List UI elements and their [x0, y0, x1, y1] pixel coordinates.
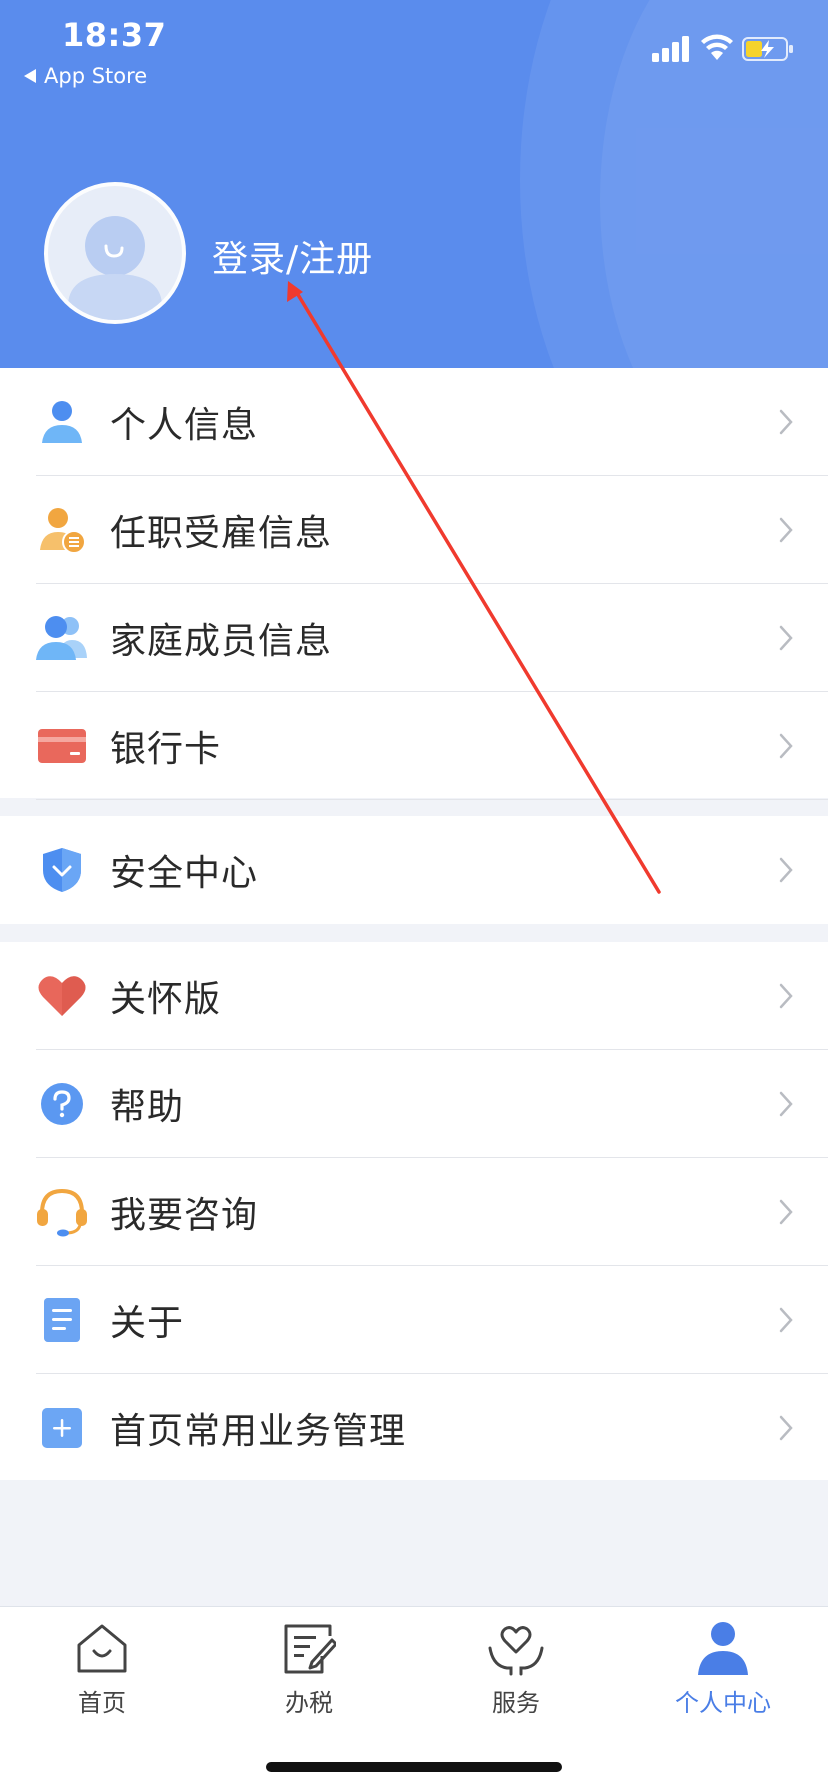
bank-card-icon	[36, 720, 88, 772]
default-avatar-icon	[68, 216, 162, 320]
menu-item-personal-info[interactable]: 个人信息	[0, 368, 828, 476]
menu-item-label: 任职受雇信息	[110, 513, 333, 554]
home-indicator	[266, 1762, 562, 1772]
service-heart-icon	[486, 1621, 546, 1677]
menu-item-bank-card[interactable]: 银行卡	[0, 692, 828, 800]
tab-label: 首页	[78, 1689, 126, 1717]
chevron-right-icon	[779, 1307, 793, 1333]
tab-personal-center[interactable]: 个人中心	[643, 1621, 803, 1721]
add-square-icon	[36, 1402, 88, 1454]
menu-item-label: 安全中心	[110, 853, 259, 894]
person-center-icon	[693, 1621, 753, 1677]
wifi-icon	[701, 34, 733, 60]
menu-item-consult[interactable]: 我要咨询	[0, 1158, 828, 1266]
user-avatar-icon[interactable]	[44, 182, 186, 324]
chevron-right-icon	[779, 1415, 793, 1441]
menu-item-care-version[interactable]: 关怀版	[0, 942, 828, 1050]
tab-tax[interactable]: 办税	[229, 1621, 389, 1721]
tax-edit-icon	[279, 1621, 339, 1677]
menu-item-security-center[interactable]: 安全中心	[0, 816, 828, 924]
back-to-app-store[interactable]: App Store	[24, 64, 147, 88]
menu-item-label: 个人信息	[110, 405, 259, 446]
menu-group-security: 安全中心	[0, 816, 828, 924]
cellular-signal-icon	[652, 36, 689, 62]
login-register-link[interactable]: 登录/注册	[212, 230, 373, 282]
heart-icon	[36, 970, 88, 1022]
person-icon	[36, 396, 88, 448]
tab-service[interactable]: 服务	[436, 1621, 596, 1721]
menu-item-label: 帮助	[110, 1087, 185, 1128]
chevron-right-icon	[779, 733, 793, 759]
status-time: 18:37	[62, 16, 167, 54]
menu-item-family-info[interactable]: 家庭成员信息	[0, 584, 828, 692]
divider	[36, 799, 828, 800]
chevron-right-icon	[779, 409, 793, 435]
menu-item-home-business-manage[interactable]: 首页常用业务管理	[0, 1374, 828, 1482]
menu-item-label: 银行卡	[110, 729, 222, 770]
help-icon	[36, 1078, 88, 1130]
document-icon	[36, 1294, 88, 1346]
family-icon	[36, 612, 88, 664]
home-icon	[72, 1621, 132, 1677]
menu-item-label: 我要咨询	[110, 1195, 259, 1236]
status-bar: 18:37 App Store	[0, 0, 828, 100]
tab-label: 办税	[285, 1689, 333, 1717]
profile-header: 18:37 App Store 登录/注册	[0, 0, 828, 368]
menu-item-label: 家庭成员信息	[110, 621, 333, 662]
chevron-right-icon	[779, 1091, 793, 1117]
menu-item-about[interactable]: 关于	[0, 1266, 828, 1374]
chevron-right-icon	[779, 857, 793, 883]
tab-label: 服务	[492, 1689, 540, 1717]
back-triangle-icon	[24, 69, 36, 83]
chevron-right-icon	[779, 517, 793, 543]
back-app-label: App Store	[44, 64, 148, 88]
menu-item-label: 关怀版	[110, 979, 222, 1020]
headset-icon	[36, 1186, 88, 1238]
menu-item-label: 关于	[110, 1303, 185, 1344]
menu-group-support: 关怀版 帮助 我要咨询 关于 首页常用业务管理	[0, 942, 828, 1480]
chevron-right-icon	[779, 1199, 793, 1225]
tab-home[interactable]: 首页	[22, 1621, 182, 1721]
menu-item-label: 首页常用业务管理	[110, 1411, 407, 1452]
shield-icon	[36, 844, 88, 896]
menu-item-employment-info[interactable]: 任职受雇信息	[0, 476, 828, 584]
tab-label: 个人中心	[675, 1689, 771, 1717]
chevron-right-icon	[779, 983, 793, 1009]
menu-group-account: 个人信息 任职受雇信息 家庭成员信息 银行卡	[0, 368, 828, 800]
employment-icon	[36, 504, 88, 556]
menu-item-help[interactable]: 帮助	[0, 1050, 828, 1158]
battery-charging-icon	[742, 37, 793, 61]
chevron-right-icon	[779, 625, 793, 651]
